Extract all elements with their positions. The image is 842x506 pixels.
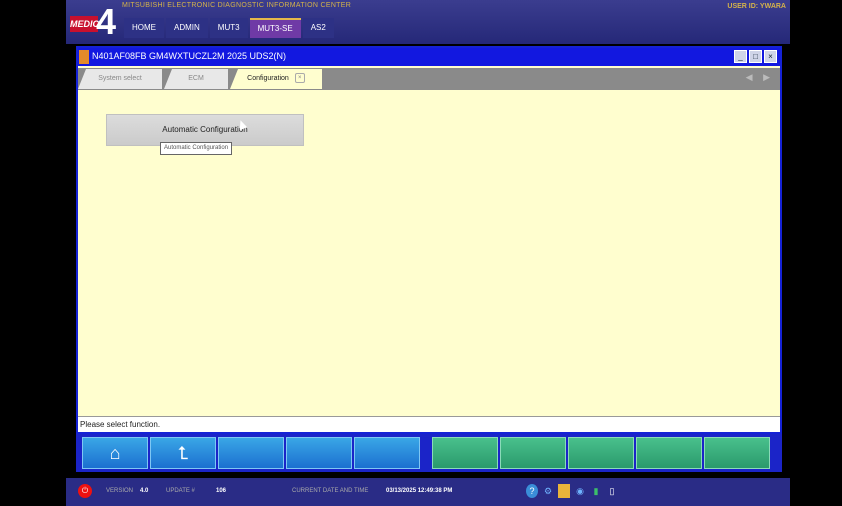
content-area: Automatic Configuration Automatic Config… — [78, 90, 780, 416]
main-nav: HOME ADMIN MUT3 MUT3-SE AS2 — [124, 18, 334, 38]
update-label: UPDATE # — [166, 488, 195, 494]
title-bar: N401AF08FB GM4WXTUCZL2M 2025 UDS2(N) _ □… — [78, 48, 780, 66]
brand-title: MITSUBISHI ELECTRONIC DIAGNOSTIC INFORMA… — [122, 2, 352, 9]
function-button-3[interactable] — [218, 437, 284, 469]
user-id: USER ID: YWARA — [727, 3, 786, 10]
home-icon: ⌂ — [109, 443, 121, 463]
nav-tab-home[interactable]: HOME — [124, 18, 164, 38]
logo-number: 4 — [96, 1, 117, 42]
function-button-9[interactable] — [636, 437, 702, 469]
version-label: VERSION — [106, 488, 134, 494]
minimize-button[interactable]: _ — [734, 50, 747, 63]
folder-icon[interactable] — [558, 484, 570, 498]
close-button[interactable]: × — [764, 50, 777, 63]
maximize-button[interactable]: □ — [749, 50, 762, 63]
logo-text: MEDIC — [70, 16, 99, 32]
return-arrow-icon: ⮤ — [177, 443, 189, 463]
function-button-6[interactable] — [432, 437, 498, 469]
nav-tab-mut3-se[interactable]: MUT3-SE — [249, 18, 301, 38]
version-value: 4.0 — [140, 488, 149, 494]
function-button-4[interactable] — [286, 437, 352, 469]
tab-configuration-label: Configuration — [247, 75, 289, 82]
back-button[interactable]: ⮤ — [150, 437, 216, 469]
screen: MEDIC 4 MITSUBISHI ELECTRONIC DIAGNOSTIC… — [66, 0, 790, 506]
status-bar: Please select function. — [78, 416, 780, 432]
nav-tab-as2[interactable]: AS2 — [302, 18, 334, 38]
datetime-value: 03/13/2025 12:49:38 PM — [386, 488, 453, 494]
function-button-bar: ⌂ ⮤ — [76, 434, 782, 472]
tool-icon[interactable]: ⚙ — [542, 484, 554, 498]
window-title: N401AF08FB GM4WXTUCZL2M 2025 UDS2(N) — [92, 51, 287, 61]
nav-tab-admin[interactable]: ADMIN — [166, 18, 208, 38]
system-tray: ? ⚙ ◉ ▮ ▯ — [526, 484, 618, 498]
app-header: MEDIC 4 MITSUBISHI ELECTRONIC DIAGNOSTIC… — [66, 0, 790, 44]
app-window: N401AF08FB GM4WXTUCZL2M 2025 UDS2(N) _ □… — [76, 46, 782, 434]
battery-icon: ▯ — [609, 486, 615, 496]
tab-system-select[interactable]: System select — [78, 69, 162, 89]
help-icon[interactable]: ? — [526, 484, 538, 498]
power-icon[interactable]: ⏻ — [78, 484, 92, 498]
function-button-8[interactable] — [568, 437, 634, 469]
tab-bar: System select ECM Configuration × ◀ ▶ — [78, 68, 780, 90]
footer-bar: ⏻ VERSION 4.0 UPDATE # 106 CURRENT DATE … — [66, 478, 790, 506]
function-button-7[interactable] — [500, 437, 566, 469]
medic-logo: MEDIC 4 — [70, 2, 120, 42]
tab-ecm[interactable]: ECM — [164, 69, 228, 89]
network-icon[interactable]: ◉ — [574, 484, 586, 498]
tab-scroll-arrows[interactable]: ◀ ▶ — [746, 72, 774, 83]
tooltip: Automatic Configuration — [160, 142, 233, 155]
nav-tab-mut3[interactable]: MUT3 — [209, 18, 248, 38]
home-button[interactable]: ⌂ — [82, 437, 148, 469]
datetime-label: CURRENT DATE AND TIME — [292, 488, 369, 494]
function-button-5[interactable] — [354, 437, 420, 469]
tab-close-icon[interactable]: × — [294, 73, 305, 84]
update-value: 106 — [216, 488, 227, 494]
app-icon — [79, 50, 89, 64]
tab-configuration[interactable]: Configuration × — [230, 69, 322, 89]
function-button-10[interactable] — [704, 437, 770, 469]
signal-icon: ▮ — [593, 486, 599, 496]
